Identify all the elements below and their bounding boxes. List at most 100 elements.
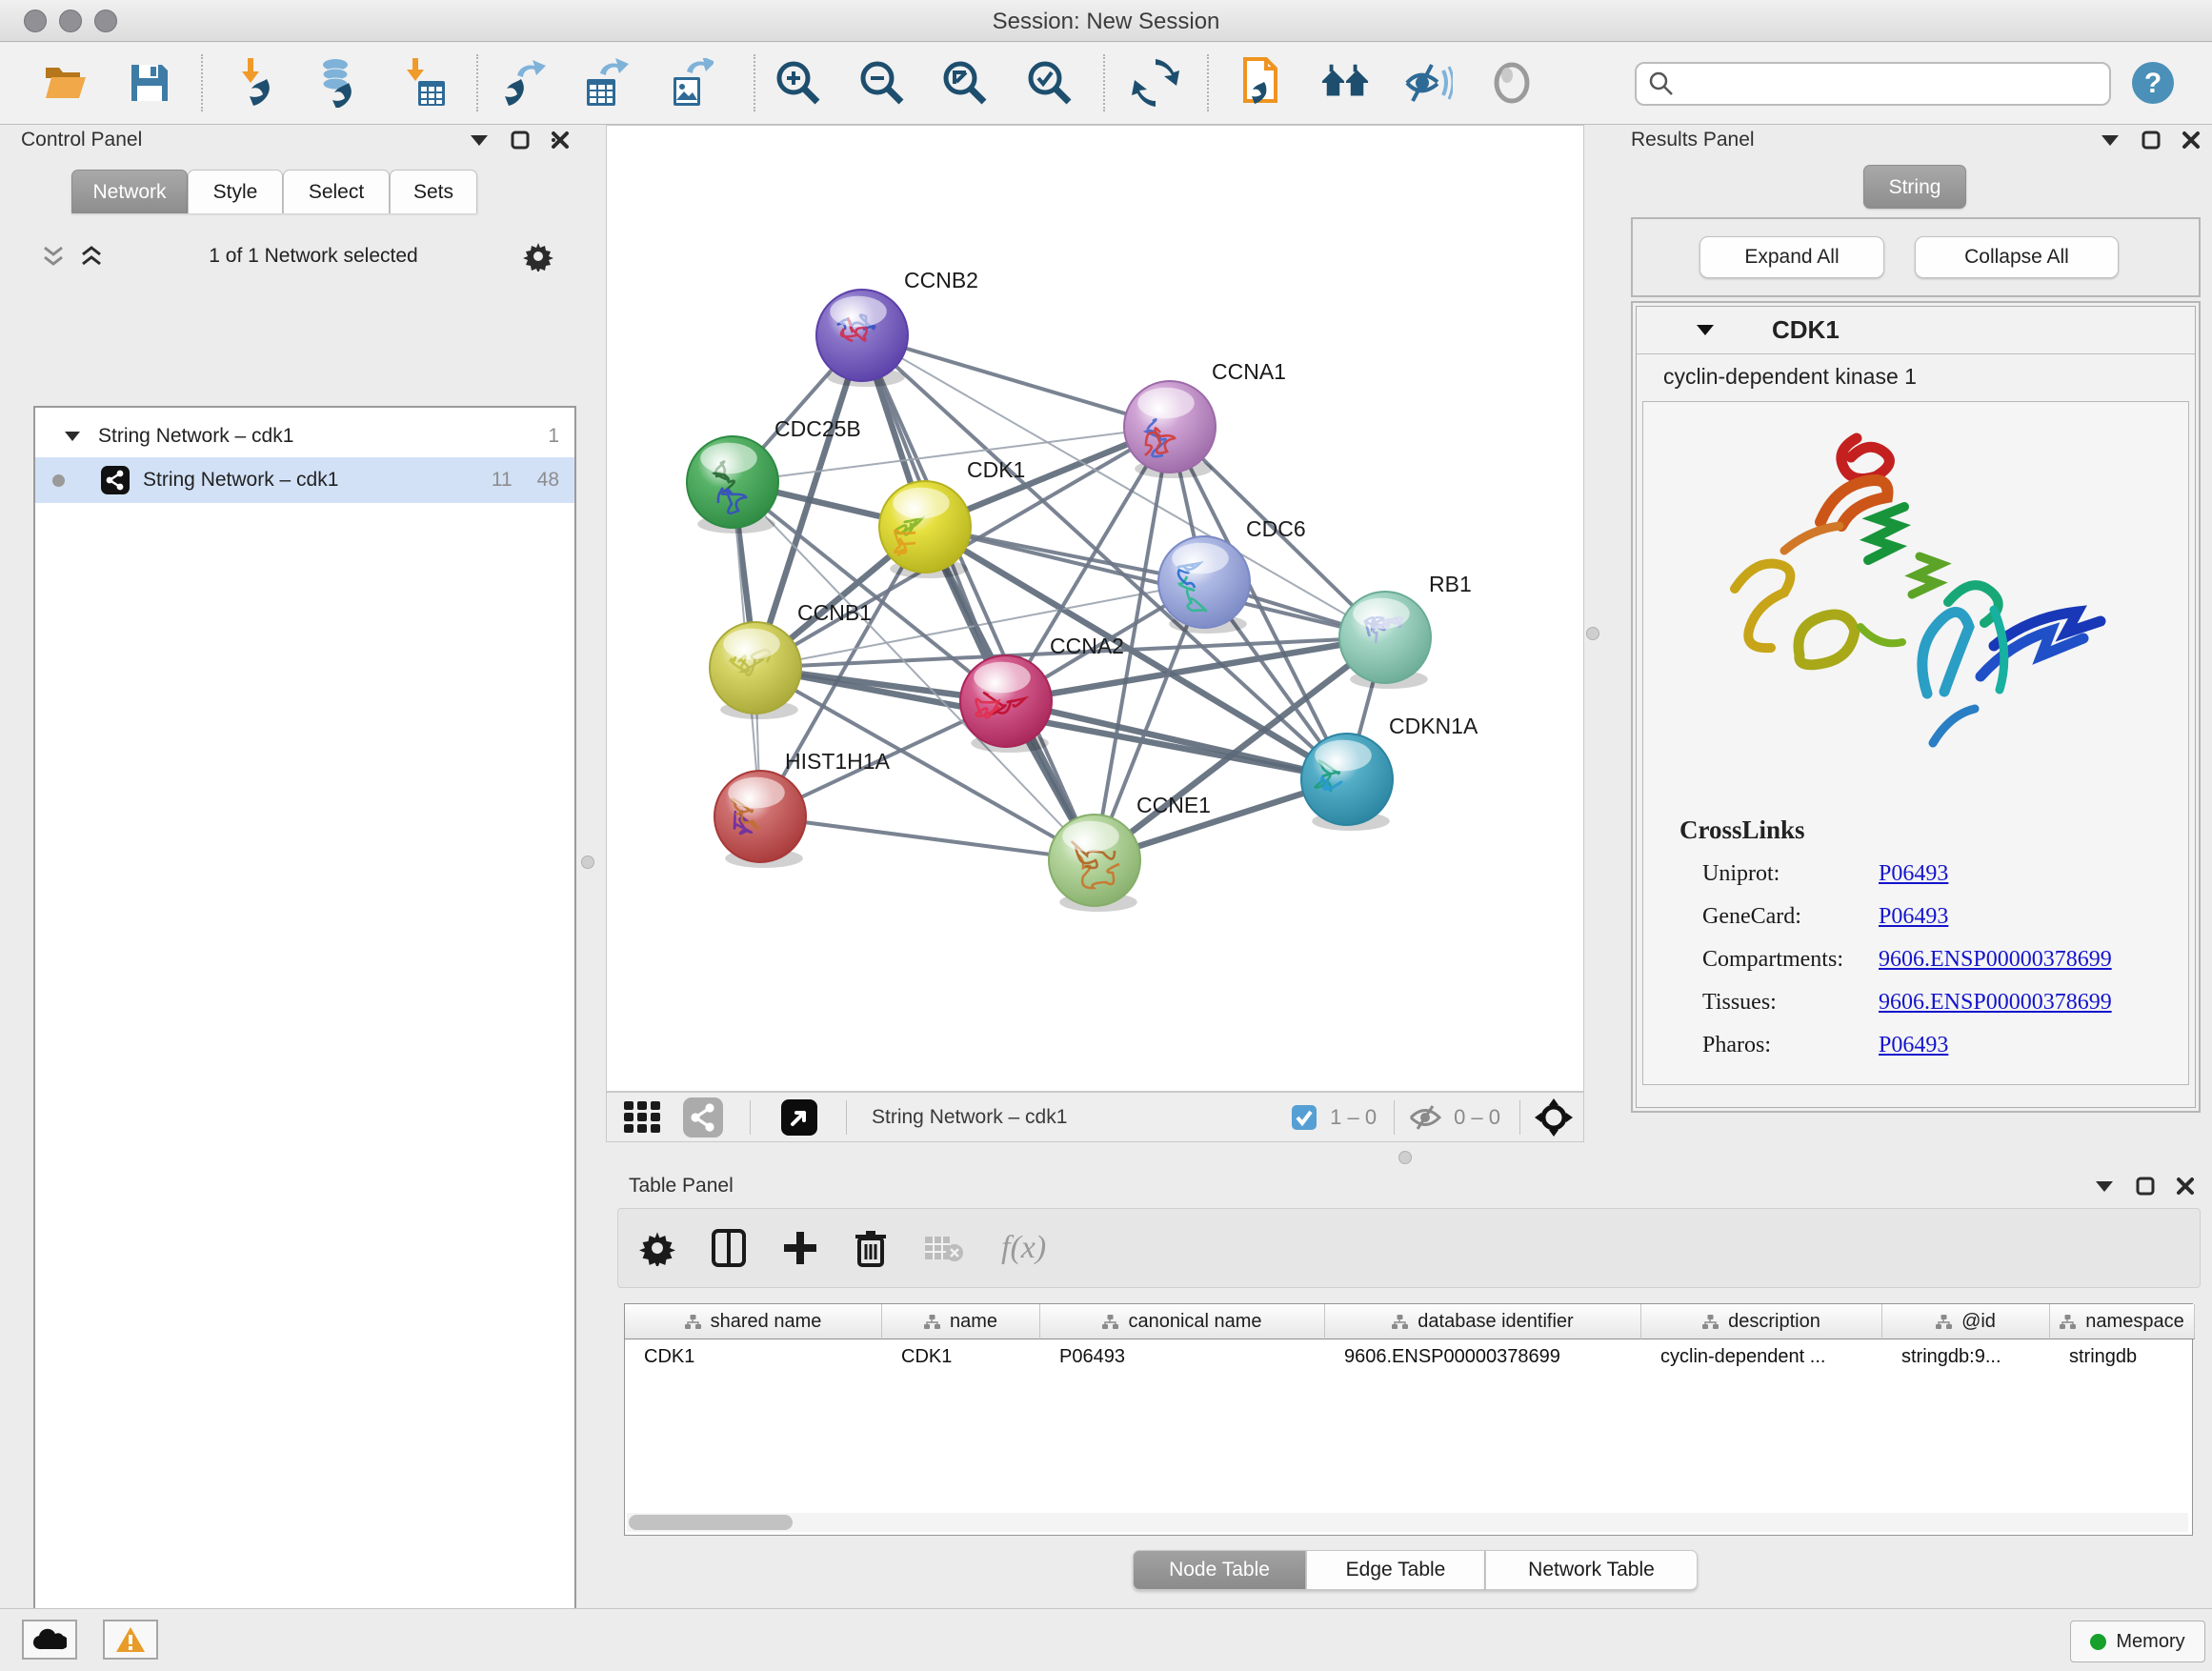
graph-node-CCNA1[interactable] (1124, 381, 1216, 473)
network-share-icon[interactable] (683, 1097, 723, 1137)
hide-unhide-icon[interactable] (1403, 58, 1453, 108)
scrollbar-thumb[interactable] (629, 1515, 793, 1530)
compartments-link[interactable]: 9606.ENSP00000378699 (1879, 947, 2112, 973)
table-cell[interactable]: cyclin-dependent ... (1657, 1346, 1880, 1375)
zoom-in-button[interactable] (774, 58, 823, 108)
genecard-link[interactable]: P06493 (1879, 904, 1948, 930)
tab-select[interactable]: Select (283, 170, 390, 213)
warnings-button[interactable] (103, 1620, 158, 1660)
pharos-link[interactable]: P06493 (1879, 1033, 1948, 1058)
panel-menu-icon[interactable] (469, 133, 490, 147)
table-gear-icon[interactable] (639, 1230, 675, 1266)
export-network-button[interactable] (499, 58, 549, 108)
graph-node-CCNA2[interactable] (960, 655, 1052, 747)
home-networks-icon[interactable] (1320, 58, 1370, 108)
graph-node-CDK1[interactable] (879, 481, 971, 573)
memory-button[interactable]: Memory (2070, 1621, 2205, 1662)
tree-expand-icon[interactable] (64, 431, 81, 442)
table-cell[interactable]: stringdb:9... (1898, 1346, 2048, 1375)
tissues-link[interactable]: 9606.ENSP00000378699 (1879, 990, 2112, 1016)
zoom-fit-button[interactable] (940, 58, 990, 108)
birds-eye-view-icon[interactable] (781, 1099, 817, 1136)
selected-checkbox-icon[interactable] (1292, 1105, 1317, 1130)
panel-float-icon[interactable] (2136, 1177, 2155, 1196)
network-canvas[interactable]: CCNB2CCNA1CDC25BCDK1CDC6RB1CCNB1CCNA2CDK… (606, 125, 1584, 1092)
network-row-selected[interactable]: String Network – cdk1 11 48 (35, 457, 574, 503)
collapse-all-button[interactable]: Collapse All (1915, 236, 2119, 278)
column-header-canonical-name[interactable]: canonical name (1040, 1304, 1325, 1339)
zoom-selected-button[interactable] (1025, 58, 1075, 108)
tab-network[interactable]: Network (71, 170, 188, 213)
tab-string[interactable]: String (1863, 165, 1966, 209)
graph-node-RB1[interactable] (1339, 592, 1431, 683)
network-collection-row[interactable]: String Network – cdk1 1 (35, 415, 574, 457)
panel-menu-icon[interactable] (2100, 133, 2121, 147)
column-header-description[interactable]: description (1641, 1304, 1882, 1339)
table-cell[interactable]: stringdb (2065, 1346, 2193, 1375)
graph-node-CCNB2[interactable] (816, 290, 908, 381)
cdk1-entry-header[interactable]: CDK1 (1637, 307, 2195, 354)
column-header-shared-name[interactable]: shared name (625, 1304, 882, 1339)
column-header-name[interactable]: name (882, 1304, 1040, 1339)
cloud-status-button[interactable] (22, 1620, 77, 1660)
expand-all-button[interactable]: Expand All (1699, 236, 1884, 278)
graph-node-CCNE1[interactable] (1049, 815, 1140, 906)
column-header-database-identifier[interactable]: database identifier (1325, 1304, 1641, 1339)
column-header-namespace[interactable]: namespace (2050, 1304, 2195, 1339)
graph-node-CDC25B[interactable] (687, 436, 778, 528)
memory-label: Memory (2116, 1631, 2184, 1653)
table-cell[interactable]: CDK1 (897, 1346, 1038, 1375)
right-splitter-handle[interactable] (1586, 627, 1599, 640)
panel-close-icon[interactable] (2182, 131, 2201, 150)
export-table-button[interactable] (580, 58, 630, 108)
left-splitter-handle[interactable] (581, 856, 594, 869)
grid-view-icon[interactable] (622, 1099, 666, 1136)
tab-sets[interactable]: Sets (390, 170, 477, 213)
refresh-view-button[interactable] (1131, 58, 1180, 108)
table-panel-title: Table Panel (629, 1175, 734, 1198)
import-table-file-button[interactable] (400, 58, 450, 108)
search-input[interactable] (1675, 73, 2084, 95)
expand-all-icon[interactable] (79, 245, 104, 268)
graph-node-CDKN1A[interactable] (1301, 734, 1393, 825)
panel-float-icon[interactable] (2142, 131, 2161, 150)
select-columns-icon[interactable] (712, 1229, 746, 1267)
table-cell[interactable]: 9606.ENSP00000378699 (1340, 1346, 1639, 1375)
tab-node-table[interactable]: Node Table (1133, 1550, 1306, 1590)
column-header--id[interactable]: @id (1882, 1304, 2050, 1339)
tab-edge-table[interactable]: Edge Table (1306, 1550, 1485, 1590)
graph-node-CDC6[interactable] (1158, 536, 1250, 628)
panel-menu-icon[interactable] (2094, 1179, 2115, 1193)
export-image-button[interactable] (665, 58, 714, 108)
import-network-file-button[interactable] (232, 58, 282, 108)
table-cell[interactable]: P06493 (1056, 1346, 1323, 1375)
zoom-out-button[interactable] (857, 58, 907, 108)
open-session-button[interactable] (40, 58, 90, 108)
tab-style[interactable]: Style (188, 170, 283, 213)
table-horizontal-scrollbar[interactable] (627, 1513, 2188, 1532)
uniprot-link[interactable]: P06493 (1879, 861, 1948, 887)
horizontal-splitter-handle[interactable] (1398, 1151, 1412, 1164)
help-button[interactable]: ? (2128, 58, 2178, 108)
panel-float-icon[interactable] (511, 131, 530, 150)
graph-node-CCNB1[interactable] (710, 622, 801, 714)
graph-node-HIST1H1A[interactable] (714, 771, 806, 862)
entry-collapse-icon[interactable] (1696, 324, 1715, 336)
search-box[interactable] (1635, 62, 2111, 106)
string-network-graph[interactable]: CCNB2CCNA1CDC25BCDK1CDC6RB1CCNB1CCNA2CDK… (607, 126, 1585, 1093)
panel-close-icon[interactable] (551, 131, 570, 150)
show-graphics-eye-icon[interactable] (1487, 58, 1537, 108)
import-network-database-button[interactable] (313, 58, 363, 108)
column-type-icon (1392, 1315, 1408, 1329)
delete-column-icon[interactable] (855, 1229, 887, 1267)
gear-icon[interactable] (523, 241, 553, 272)
tab-network-table[interactable]: Network Table (1485, 1550, 1698, 1590)
panel-close-icon[interactable] (2176, 1177, 2195, 1196)
add-column-icon[interactable] (782, 1230, 818, 1266)
save-session-button[interactable] (125, 58, 174, 108)
table-cell[interactable]: CDK1 (640, 1346, 880, 1375)
string-import-button[interactable] (1235, 58, 1284, 108)
node-table[interactable]: shared namenamecanonical namedatabase id… (624, 1303, 2193, 1536)
pan-crosshair-icon[interactable] (1534, 1097, 1574, 1137)
collapse-all-icon[interactable] (41, 245, 66, 268)
